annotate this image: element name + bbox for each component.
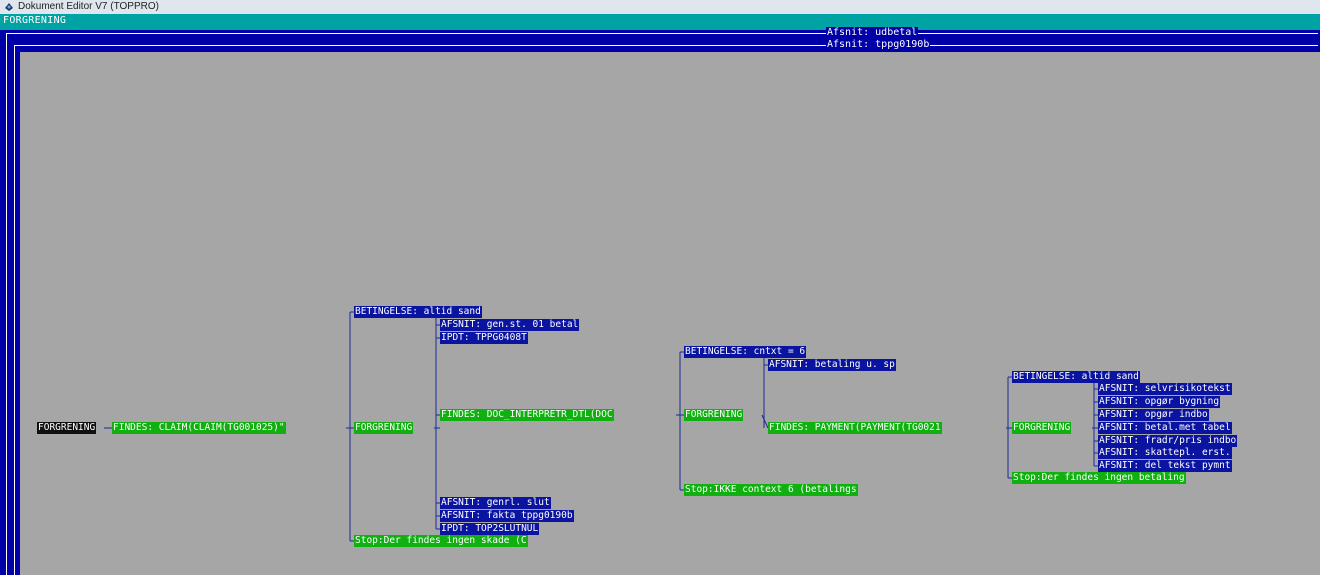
node-afsnit-skattepl-erst[interactable]: AFSNIT: skattepl. erst. <box>1098 447 1232 459</box>
node-forgrening-1[interactable]: FORGRENING <box>354 422 414 434</box>
node-afsnit-del-tekst-pymnt[interactable]: AFSNIT: del tekst pymnt <box>1098 460 1232 472</box>
node-betingelse-cntxt[interactable]: BETINGELSE: cntxt = 6 <box>684 346 807 358</box>
node-findes-claim[interactable]: FINDES: CLAIM(CLAIM(TG001025)" <box>112 422 286 434</box>
node-afsnit-fradr-pris[interactable]: AFSNIT: fradr/pris indbo <box>1098 435 1238 447</box>
node-afsnit-genrl-slut[interactable]: AFSNIT: genrl. slut <box>440 497 551 509</box>
node-afsnit-fakta[interactable]: AFSNIT: fakta tppg0190b <box>440 510 574 522</box>
node-ipdt-top2slutnul[interactable]: IPDT: TOP2SLUTNUL <box>440 523 540 535</box>
node-forgrening-2[interactable]: FORGRENING <box>684 409 744 421</box>
tree-connectors <box>104 311 1098 542</box>
node-afsnit-betal-met-tabel[interactable]: AFSNIT: betal.met tabel <box>1098 422 1232 434</box>
node-ipdt-tppg0408t[interactable]: IPDT: TPPG0408T <box>440 332 528 344</box>
node-stop-ingen-skade[interactable]: Stop:Der findes ingen skade (C <box>354 535 528 547</box>
node-betingelse-3[interactable]: BETINGELSE: altid sand <box>1012 371 1140 383</box>
node-root-forgrening[interactable]: FORGRENING <box>37 422 97 434</box>
node-afsnit-betaling-u-sp[interactable]: AFSNIT: betaling u. sp <box>768 359 896 371</box>
node-betingelse-1[interactable]: BETINGELSE: altid sand <box>354 306 482 318</box>
node-stop-ikke-context[interactable]: Stop:IKKE context 6 (betalings <box>684 484 858 496</box>
node-stop-ingen-betaling[interactable]: Stop:Der findes ingen betaling <box>1012 472 1186 484</box>
node-afsnit-opgor-indbo[interactable]: AFSNIT: opgør indbo <box>1098 409 1209 421</box>
node-afsnit-gen-st[interactable]: AFSNIT: gen.st. 01 betal <box>440 319 580 331</box>
node-afsnit-opgor-bygning[interactable]: AFSNIT: opgør bygning <box>1098 396 1221 408</box>
node-forgrening-3[interactable]: FORGRENING <box>1012 422 1072 434</box>
node-afsnit-selvrisikotekst[interactable]: AFSNIT: selvrisikotekst <box>1098 383 1232 395</box>
node-findes-payment[interactable]: FINDES: PAYMENT(PAYMENT(TG0021 <box>768 422 942 434</box>
node-findes-doc-interpretr[interactable]: FINDES: DOC_INTERPRETR_DTL(DOC <box>440 409 614 421</box>
